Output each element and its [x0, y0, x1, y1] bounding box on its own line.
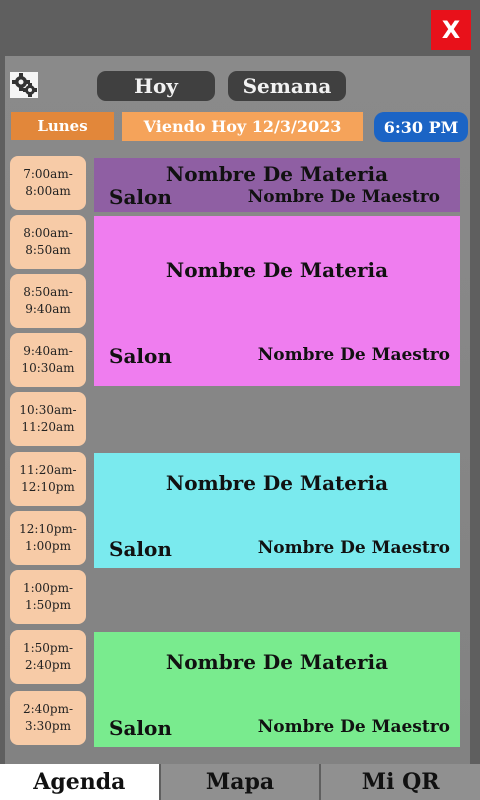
time-slot: 1:00pm- 1:50pm [10, 570, 86, 624]
class-teacher: Nombre De Maestro [257, 717, 450, 737]
slot-start: 10:30am- [19, 403, 77, 417]
class-room: Salon [109, 537, 172, 561]
slot-end: 11:20am [21, 420, 75, 434]
slot-start: 12:10pm- [19, 522, 77, 536]
slot-end: 1:50pm [24, 598, 71, 612]
class-room: Salon [109, 716, 172, 740]
slot-end: 8:50am [25, 243, 71, 257]
slot-end: 9:40am [25, 302, 71, 316]
day-selector[interactable]: Lunes [11, 112, 114, 140]
week-button[interactable]: Semana [228, 71, 346, 101]
slot-end: 2:40pm [24, 658, 71, 672]
time-slot: 11:20am- 12:10pm [10, 452, 86, 506]
slot-end: 1:00pm [24, 539, 71, 553]
time-slot: 7:00am- 8:00am [10, 156, 86, 210]
class-room: Salon [109, 185, 172, 209]
slot-start: 1:00pm- [22, 581, 74, 595]
time-slot: 12:10pm- 1:00pm [10, 511, 86, 565]
class-room: Salon [109, 344, 172, 368]
class-subject: Nombre De Materia [165, 258, 389, 282]
slot-start: 7:00am- [23, 167, 73, 181]
today-button[interactable]: Hoy [97, 71, 215, 101]
class-subject: Nombre De Materia [165, 650, 389, 674]
current-time-badge: 6:30 PM [374, 112, 468, 142]
slot-start: 8:50am- [23, 285, 73, 299]
close-icon: X [441, 16, 461, 44]
close-button[interactable]: X [431, 10, 471, 50]
slot-start: 2:40pm- [22, 702, 74, 716]
bottom-tab-bar: Agenda Mapa Mi QR [0, 764, 480, 800]
class-block[interactable]: Nombre De Materia Salon Nombre De Maestr… [94, 632, 460, 747]
class-block[interactable]: Nombre De Materia Salon Nombre De Maestr… [94, 216, 460, 386]
time-slot: 10:30am- 11:20am [10, 392, 86, 446]
settings-gear-icon[interactable] [10, 72, 38, 98]
class-subject: Nombre De Materia [165, 162, 389, 186]
slot-end: 10:30am [21, 361, 75, 375]
time-slot: 1:50pm- 2:40pm [10, 630, 86, 684]
slot-start: 8:00am- [23, 226, 73, 240]
slot-end: 8:00am [25, 184, 71, 198]
class-teacher: Nombre De Maestro [247, 187, 440, 207]
slot-end: 12:10pm [21, 480, 75, 494]
class-teacher: Nombre De Maestro [257, 538, 450, 558]
tab-mapa[interactable]: Mapa [160, 764, 322, 800]
time-slot: 9:40am- 10:30am [10, 333, 86, 387]
top-bar [0, 0, 480, 56]
class-subject: Nombre De Materia [165, 471, 389, 495]
time-slot: 8:00am- 8:50am [10, 215, 86, 269]
slot-end: 3:30pm [24, 719, 71, 733]
slot-start: 9:40am- [23, 344, 73, 358]
class-block[interactable]: Nombre De Materia Salon Nombre De Maestr… [94, 453, 460, 568]
slot-start: 11:20am- [19, 463, 77, 477]
tab-mi-qr[interactable]: Mi QR [321, 764, 480, 800]
viewing-date-label: Viendo Hoy 12/3/2023 [122, 112, 363, 141]
class-block[interactable]: Nombre De Materia Salon Nombre De Maestr… [94, 158, 460, 212]
time-slot: 8:50am- 9:40am [10, 274, 86, 328]
time-slot: 2:40pm- 3:30pm [10, 691, 86, 745]
tab-agenda[interactable]: Agenda [0, 764, 161, 800]
class-teacher: Nombre De Maestro [257, 345, 450, 365]
slot-start: 1:50pm- [22, 641, 74, 655]
